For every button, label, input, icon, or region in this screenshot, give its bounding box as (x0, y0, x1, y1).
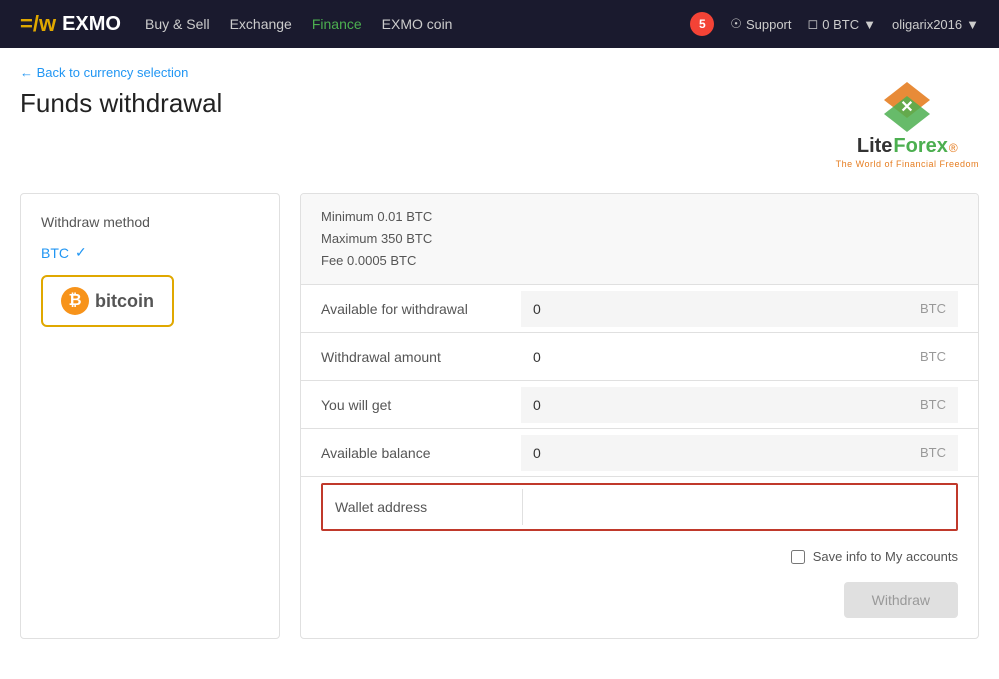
navbar: =/w EXMO Buy & Sell Exchange Finance EXM… (0, 0, 999, 48)
withdraw-button[interactable]: Withdraw (844, 582, 958, 618)
method-selected: BTC ✓ (41, 244, 259, 261)
currency-3: BTC (920, 445, 946, 460)
user-chevron: ▼ (966, 17, 979, 32)
notification-badge[interactable]: 5 (690, 12, 714, 36)
nav-exmo-coin[interactable]: EXMO coin (382, 16, 453, 32)
user-menu[interactable]: oligarix2016 ▼ (892, 17, 979, 32)
nav-links: Buy & Sell Exchange Finance EXMO coin (145, 16, 666, 32)
bitcoin-icon: ₿ (61, 287, 89, 315)
liteforex-diamond-icon: ✕ (872, 80, 942, 135)
liteforex-logo[interactable]: ✕ LiteForex® The World of Financial Free… (836, 80, 979, 169)
left-panel: Withdraw method BTC ✓ ₿ bitcoin (20, 193, 280, 639)
logo[interactable]: =/w EXMO (20, 11, 121, 37)
page-wrapper: ← Back to currency selection Funds withd… (0, 48, 999, 679)
wallet-address-input[interactable] (523, 489, 956, 525)
balance-widget[interactable]: ◻ 0 BTC ▼ (808, 16, 877, 32)
liteforex-reg: ® (949, 141, 958, 155)
bitcoin-button[interactable]: ₿ bitcoin (41, 275, 174, 327)
row-label-1: Withdrawal amount (321, 349, 521, 365)
currency-1: BTC (920, 349, 946, 364)
limit-fee: Fee 0.0005 BTC (321, 250, 958, 272)
row-value-3: 0 BTC (521, 435, 958, 471)
limit-minimum: Minimum 0.01 BTC (321, 206, 958, 228)
nav-finance[interactable]: Finance (312, 16, 362, 32)
logo-icon: =/w (20, 11, 56, 37)
method-label: Withdraw method (41, 214, 259, 230)
liteforex-name: Lite (857, 135, 893, 158)
row-you-will-get: You will get 0 BTC (301, 381, 978, 429)
nav-buy-sell[interactable]: Buy & Sell (145, 16, 210, 32)
username-label: oligarix2016 (892, 17, 962, 32)
currency-0: BTC (920, 301, 946, 316)
limit-maximum: Maximum 350 BTC (321, 228, 958, 250)
logo-text: EXMO (62, 13, 121, 36)
svg-text:✕: ✕ (901, 99, 914, 116)
save-info-checkbox[interactable] (791, 550, 805, 564)
row-available-balance: Available balance 0 BTC (301, 429, 978, 477)
row-label-0: Available for withdrawal (321, 301, 521, 317)
row-withdrawal-amount: Withdrawal amount 0 BTC (301, 333, 978, 381)
support-link[interactable]: ☉ Support (730, 16, 791, 32)
liteforex-tagline: The World of Financial Freedom (836, 159, 979, 169)
row-value-1[interactable]: 0 BTC (521, 339, 958, 375)
liteforex-name2: Forex (893, 135, 947, 158)
form-rows: Available for withdrawal 0 BTC Withdrawa… (301, 285, 978, 477)
row-label-2: You will get (321, 397, 521, 413)
row-value-2: 0 BTC (521, 387, 958, 423)
back-link[interactable]: ← Back to currency selection (20, 65, 188, 80)
liteforex-brand: LiteForex® (857, 135, 958, 158)
support-label: Support (746, 17, 792, 32)
page-header: Funds withdrawal ✕ LiteForex® The World … (20, 88, 979, 169)
balance-label: 0 BTC (822, 17, 859, 32)
limits-bar: Minimum 0.01 BTC Maximum 350 BTC Fee 0.0… (301, 194, 978, 285)
row-value-0: 0 BTC (521, 291, 958, 327)
balance-icon: ◻ (808, 16, 819, 32)
wallet-label: Wallet address (323, 489, 523, 525)
page-title: Funds withdrawal (20, 88, 222, 119)
row-available-for-withdrawal: Available for withdrawal 0 BTC (301, 285, 978, 333)
nav-right: 5 ☉ Support ◻ 0 BTC ▼ oligarix2016 ▼ (690, 12, 979, 36)
save-row: Save info to My accounts (301, 537, 978, 576)
value-0: 0 (533, 301, 541, 317)
currency-2: BTC (920, 397, 946, 412)
right-panel: Minimum 0.01 BTC Maximum 350 BTC Fee 0.0… (300, 193, 979, 639)
selected-method-text: BTC (41, 245, 69, 261)
support-icon: ☉ (730, 16, 742, 32)
value-2: 0 (533, 397, 541, 413)
value-3: 0 (533, 445, 541, 461)
save-info-label: Save info to My accounts (813, 549, 958, 564)
content-grid: Withdraw method BTC ✓ ₿ bitcoin Minimum … (20, 193, 979, 639)
withdraw-section: Withdraw (301, 576, 978, 638)
wallet-address-row: Wallet address (321, 483, 958, 531)
row-label-3: Available balance (321, 445, 521, 461)
bitcoin-label: bitcoin (95, 291, 154, 312)
value-1: 0 (533, 349, 541, 365)
check-icon: ✓ (75, 244, 87, 261)
nav-exchange[interactable]: Exchange (230, 16, 292, 32)
balance-chevron: ▼ (863, 17, 876, 32)
